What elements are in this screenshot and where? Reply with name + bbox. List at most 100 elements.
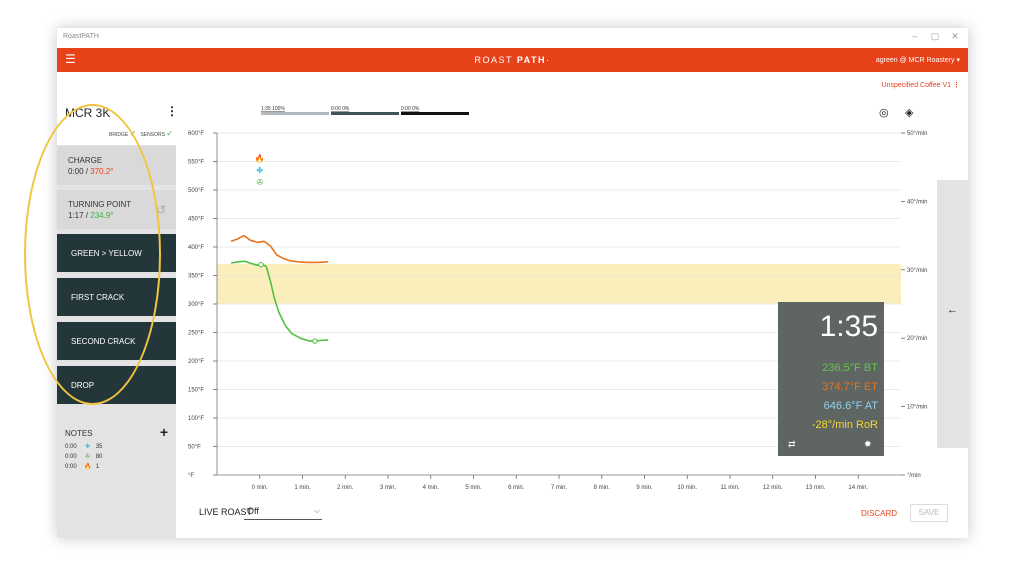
sensors-label: SENSORS	[140, 132, 165, 138]
x-tick-label: 6 min.	[508, 485, 525, 491]
bridge-label: BRIDGE	[109, 132, 129, 138]
note-row: 0:00 ✇ 80	[65, 453, 102, 460]
y-tick-label: 500°F	[188, 188, 204, 194]
x-tick-label: 12 min.	[763, 485, 783, 491]
y-tick-label: 150°F	[188, 388, 204, 394]
y-right-tick-label: 40°/min	[907, 199, 927, 205]
add-note-icon[interactable]: +	[160, 424, 168, 440]
note-value: 80	[95, 454, 103, 460]
coffee-menu-icon[interactable]: ⋮	[953, 82, 960, 89]
bridge-check-icon: ✓	[129, 129, 137, 138]
close-icon[interactable]: ✕	[948, 31, 962, 42]
x-tick-label: 3 min.	[380, 485, 397, 491]
sensors-check-icon: ✓	[166, 129, 173, 138]
x-tick-label: 10 min.	[677, 485, 697, 491]
brand-logo: ROAST PATH·	[57, 55, 968, 65]
machine-name: MCR 3K	[65, 106, 111, 120]
fan-icon: ✤	[85, 444, 91, 450]
undo-icon[interactable]: ↺	[156, 203, 166, 217]
brand-bold: PATH	[516, 55, 547, 65]
target-icon[interactable]: ◎	[879, 106, 889, 119]
y-tick-label: 300°F	[188, 302, 204, 308]
drum-icon: ✇	[85, 454, 91, 460]
note-time: 0:00	[65, 464, 77, 470]
note-time: 0:00	[65, 444, 77, 450]
green-yellow-button[interactable]: GREEN > YELLOW	[57, 234, 176, 272]
live-roast-value: Off	[247, 506, 259, 516]
charge-time: 0:00 /	[68, 167, 91, 176]
note-row: 0:00 ✤ 35	[65, 443, 102, 450]
expand-panel-tab[interactable]: ←	[937, 180, 968, 448]
x-tick-label: 7 min.	[551, 485, 568, 491]
coffee-selector[interactable]: Unspecified Coffee V1 ⋮	[882, 81, 960, 89]
y-tick-label: 600°F	[188, 131, 204, 137]
sidebar-header: MCR 3K ⋮ BRIDGE ✓ SENSORS ✓	[57, 72, 178, 145]
y-right-tick-label: °/min	[907, 473, 921, 479]
y-tick-label: °F	[188, 473, 194, 479]
layers-icon[interactable]: ◈	[905, 106, 913, 119]
series-marker	[258, 261, 264, 268]
legend-label: 1:35 100%	[261, 106, 285, 112]
charge-label: CHARGE	[68, 156, 103, 165]
x-tick-label: 4 min.	[423, 485, 440, 491]
x-tick-label: 8 min.	[594, 485, 611, 491]
maximize-icon[interactable]: ▢	[928, 31, 942, 42]
discard-button[interactable]: DISCARD	[861, 509, 897, 518]
chevron-down-icon: ⌵	[313, 506, 320, 515]
save-button[interactable]: SAVE	[910, 504, 948, 522]
swap-icon[interactable]: ⇄	[788, 439, 796, 450]
live-roast-select[interactable]: Off ⌵	[244, 506, 322, 520]
notes-panel: NOTES + 0:00 ✤ 35 0:00 ✇ 80 0:00 🔥 1	[57, 423, 176, 538]
drop-button[interactable]: DROP	[57, 366, 176, 404]
brand-light: ROAST	[474, 55, 513, 65]
x-tick-label: 14 min.	[848, 485, 868, 491]
user-menu[interactable]: agreen @ MCR Roastery ▾	[876, 56, 960, 64]
legend-swatch	[331, 112, 399, 115]
second-crack-button[interactable]: SECOND CRACK	[57, 322, 176, 360]
series-marker	[312, 338, 318, 344]
live-readout-panel: 1:35 236.5°F BT 374.7°F ET 646.6°F AT -2…	[778, 302, 884, 456]
turning-point-temp: 234.9°	[90, 211, 114, 220]
arrow-left-icon[interactable]: ←	[947, 304, 958, 316]
x-tick-label: 1 min.	[294, 485, 311, 491]
drum-icon: ✇	[256, 178, 263, 187]
legend-label: 0:00 0%	[331, 106, 350, 112]
gear-icon[interactable]: ✹	[864, 439, 872, 450]
notes-header: NOTES	[65, 429, 93, 438]
x-tick-label: 11 min.	[720, 485, 740, 491]
y-right-tick-label: 10°/min	[907, 405, 927, 411]
note-time: 0:00	[65, 454, 77, 460]
y-tick-label: 400°F	[188, 245, 204, 251]
x-tick-label: 13 min.	[806, 485, 826, 491]
y-tick-label: 450°F	[188, 217, 204, 223]
x-tick-label: 0 min.	[252, 485, 269, 491]
note-value: 35	[95, 444, 103, 450]
turning-point-event[interactable]: TURNING POINT 1:17 / 234.9° ↺	[57, 190, 176, 229]
target-band	[217, 264, 901, 304]
note-value: 1	[95, 464, 100, 470]
first-crack-button[interactable]: FIRST CRACK	[57, 278, 176, 316]
env-temp-readout: 374.7°F ET	[822, 381, 878, 393]
flame-icon: 🔥	[83, 464, 92, 470]
legend: 1:35 100% 0:00 0% 0:00 0%	[261, 106, 469, 115]
bean-temp-readout: 236.5°F BT	[822, 362, 878, 374]
window-title: RoastPATH	[63, 33, 99, 40]
y-right-tick-label: 20°/min	[907, 336, 927, 342]
legend-swatch	[261, 112, 329, 115]
y-tick-label: 550°F	[188, 160, 204, 166]
legend-label: 0:00 0%	[401, 106, 420, 112]
charge-event[interactable]: CHARGE 0:00 / 370.2°	[57, 146, 176, 185]
x-tick-label: 5 min.	[465, 485, 482, 491]
charge-value: 0:00 / 370.2°	[68, 167, 176, 176]
fan-icon: ✤	[256, 166, 263, 175]
flame-icon: 🔥	[255, 153, 265, 163]
coffee-label: Unspecified Coffee V1	[881, 82, 952, 89]
y-tick-label: 200°F	[188, 359, 204, 365]
x-tick-label: 9 min.	[636, 485, 653, 491]
x-tick-label: 2 min.	[337, 485, 354, 491]
minimize-icon[interactable]: –	[908, 31, 922, 41]
elapsed-time: 1:35	[819, 310, 878, 343]
series-line-0	[230, 234, 329, 264]
air-temp-readout: 646.6°F AT	[823, 400, 878, 412]
y-right-tick-label: 30°/min	[907, 268, 927, 274]
